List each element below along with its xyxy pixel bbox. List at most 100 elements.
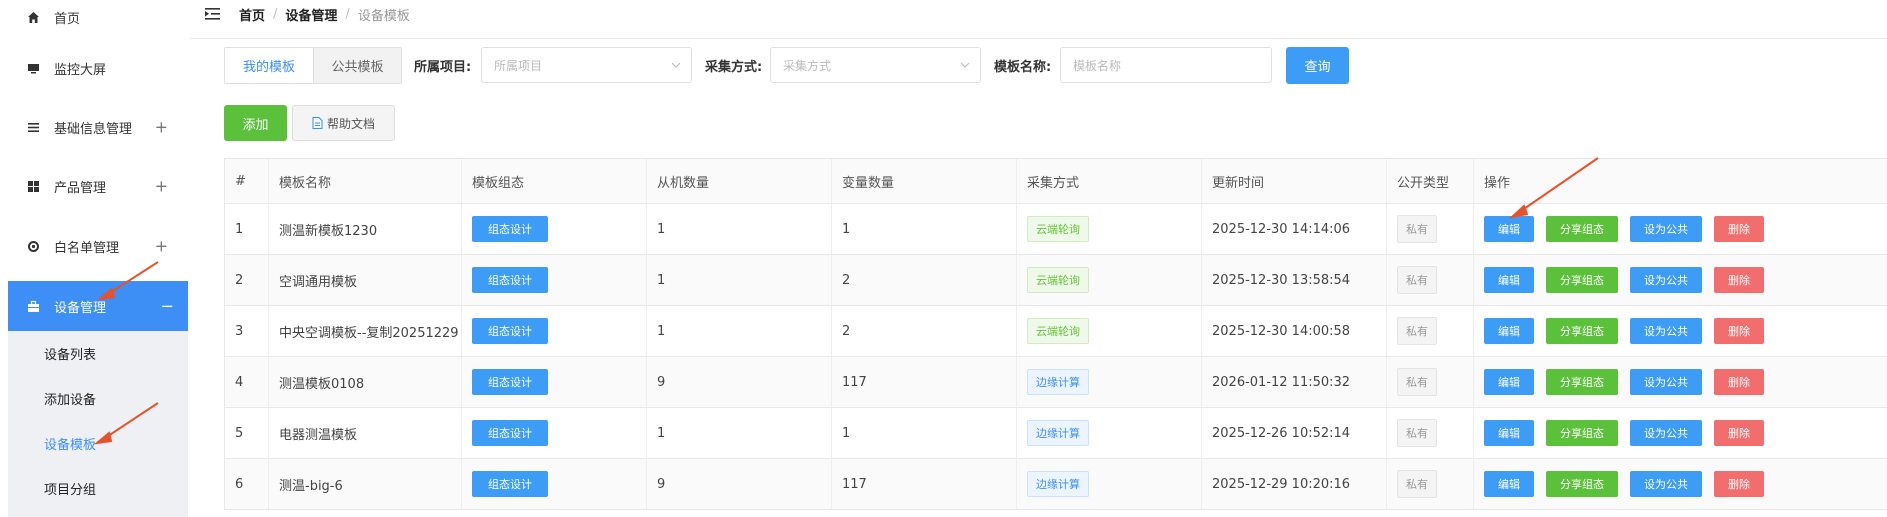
menu-fold-icon[interactable] [205, 7, 221, 21]
design-button[interactable]: 组态设计 [472, 471, 548, 497]
header: 首页 / 设备管理 / 设备模板 [205, 0, 1887, 28]
design-button[interactable]: 组态设计 [472, 318, 548, 344]
set-public-button[interactable]: 设为公共 [1630, 369, 1702, 395]
submenu-item-device-list[interactable]: 设备列表 [44, 344, 96, 363]
visibility-cell: 私有 [1387, 204, 1474, 254]
template-name: 测温-big-6 [269, 459, 462, 509]
variable-count: 1 [832, 408, 1017, 458]
updated-time: 2025-12-29 10:20:16 [1202, 459, 1387, 509]
design-cell: 组态设计 [462, 357, 647, 407]
project-select[interactable]: 所属项目 [481, 47, 692, 83]
template-name: 电器测温模板 [269, 408, 462, 458]
breadcrumb-separator: / [273, 6, 278, 22]
table-row: 2 空调通用模板 组态设计 1 2 云端轮询 2025-12-30 13:58:… [225, 255, 1887, 306]
set-public-button[interactable]: 设为公共 [1630, 471, 1702, 497]
table-row: 3 中央空调模板--复制20251229 组态设计 1 2 云端轮询 2025-… [225, 306, 1887, 357]
submenu-item-add-device[interactable]: 添加设备 [44, 389, 96, 408]
expand-icon[interactable]: + [155, 177, 168, 196]
collapse-icon[interactable]: − [161, 297, 174, 316]
sidebar-item-label: 基础信息管理 [54, 121, 133, 137]
column-header: 变量数量 [832, 159, 1017, 203]
column-header: 公开类型 [1387, 159, 1474, 203]
submenu-item-project-group[interactable]: 项目分组 [44, 479, 96, 498]
edit-button[interactable]: 编辑 [1484, 471, 1534, 497]
sidebar-item-device[interactable]: 设备管理 − [8, 281, 188, 331]
column-header: 从机数量 [647, 159, 832, 203]
method-tag: 云端轮询 [1027, 216, 1089, 242]
share-design-button[interactable]: 分享组态 [1546, 318, 1618, 344]
header-divider [190, 38, 1887, 39]
help-doc-label: 帮助文档 [326, 116, 375, 131]
design-button[interactable]: 组态设计 [472, 267, 548, 293]
sidebar-item-label: 监控大屏 [54, 62, 107, 78]
sidebar-item-product[interactable]: 产品管理 + [0, 161, 188, 211]
design-button[interactable]: 组态设计 [472, 420, 548, 446]
query-button[interactable]: 查询 [1286, 47, 1349, 84]
delete-button[interactable]: 删除 [1714, 267, 1764, 293]
share-design-button[interactable]: 分享组态 [1546, 420, 1618, 446]
slave-count: 1 [647, 204, 832, 254]
edit-button[interactable]: 编辑 [1484, 420, 1534, 446]
method-cell: 边缘计算 [1017, 459, 1202, 509]
visibility-tag: 私有 [1397, 317, 1437, 345]
delete-button[interactable]: 删除 [1714, 471, 1764, 497]
method-tag: 边缘计算 [1027, 420, 1089, 446]
delete-button[interactable]: 删除 [1714, 318, 1764, 344]
template-table: # 模板名称 模板组态 从机数量 变量数量 采集方式 更新时间 公开类型 操作 … [224, 158, 1887, 510]
chevron-down-icon [671, 62, 681, 68]
sidebar-item-monitor[interactable]: 监控大屏 [0, 43, 188, 93]
expand-icon[interactable]: + [155, 237, 168, 256]
edit-button[interactable]: 编辑 [1484, 216, 1534, 242]
visibility-tag: 私有 [1397, 266, 1437, 294]
visibility-cell: 私有 [1387, 408, 1474, 458]
set-public-button[interactable]: 设为公共 [1630, 420, 1702, 446]
column-header: 采集方式 [1017, 159, 1202, 203]
help-doc-button[interactable]: 帮助文档 [292, 105, 395, 141]
variable-count: 1 [832, 204, 1017, 254]
delete-button[interactable]: 删除 [1714, 216, 1764, 242]
breadcrumb-home[interactable]: 首页 [239, 5, 265, 24]
template-name: 测温模板0108 [269, 357, 462, 407]
breadcrumb-device[interactable]: 设备管理 [285, 5, 337, 24]
row-number: 2 [225, 255, 269, 305]
sidebar-item-label: 白名单管理 [54, 240, 120, 256]
edit-button[interactable]: 编辑 [1484, 369, 1534, 395]
variable-count: 2 [832, 306, 1017, 356]
column-header: 模板组态 [462, 159, 647, 203]
edit-button[interactable]: 编辑 [1484, 267, 1534, 293]
delete-button[interactable]: 删除 [1714, 420, 1764, 446]
design-button[interactable]: 组态设计 [472, 369, 548, 395]
sidebar-item-basic-info[interactable]: 基础信息管理 + [0, 102, 188, 152]
delete-button[interactable]: 删除 [1714, 369, 1764, 395]
name-input[interactable]: 模板名称 [1060, 47, 1272, 83]
row-number: 5 [225, 408, 269, 458]
method-select[interactable]: 采集方式 [770, 47, 981, 83]
breadcrumb-current: 设备模板 [357, 8, 410, 24]
tab-my-templates[interactable]: 我的模板 [225, 48, 313, 83]
share-design-button[interactable]: 分享组态 [1546, 267, 1618, 293]
design-button[interactable]: 组态设计 [472, 216, 548, 242]
set-public-button[interactable]: 设为公共 [1630, 267, 1702, 293]
slave-count: 9 [647, 357, 832, 407]
share-design-button[interactable]: 分享组态 [1546, 369, 1618, 395]
add-button[interactable]: 添加 [224, 105, 287, 141]
share-design-button[interactable]: 分享组态 [1546, 216, 1618, 242]
method-tag: 边缘计算 [1027, 369, 1089, 395]
updated-time: 2026-01-12 11:50:32 [1202, 357, 1387, 407]
set-public-button[interactable]: 设为公共 [1630, 216, 1702, 242]
visibility-tag: 私有 [1397, 368, 1437, 396]
table-header: # 模板名称 模板组态 从机数量 变量数量 采集方式 更新时间 公开类型 操作 [225, 159, 1887, 204]
slave-count: 1 [647, 306, 832, 356]
expand-icon[interactable]: + [155, 118, 168, 137]
submenu-item-device-template[interactable]: 设备模板 [44, 434, 96, 453]
tab-public-templates[interactable]: 公共模板 [313, 48, 401, 83]
table-row: 5 电器测温模板 组态设计 1 1 边缘计算 2025-12-26 10:52:… [225, 408, 1887, 459]
sidebar-item-whitelist[interactable]: 白名单管理 + [0, 221, 188, 271]
set-public-button[interactable]: 设为公共 [1630, 318, 1702, 344]
sidebar-item-home[interactable]: 首页 [0, 0, 188, 42]
edit-button[interactable]: 编辑 [1484, 318, 1534, 344]
actions-cell: 编辑 分享组态 设为公共 删除 [1474, 408, 1887, 458]
visibility-tag: 私有 [1397, 419, 1437, 447]
share-design-button[interactable]: 分享组态 [1546, 471, 1618, 497]
visibility-cell: 私有 [1387, 306, 1474, 356]
